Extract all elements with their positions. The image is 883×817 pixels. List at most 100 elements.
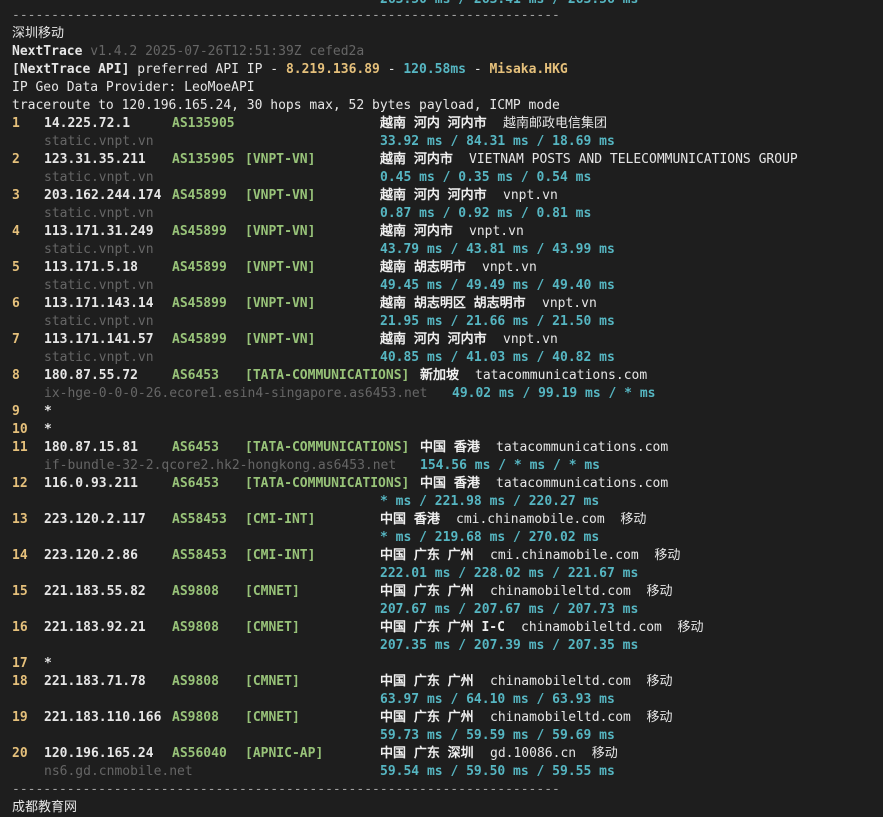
hop-geo: 中国 广东 深圳 (380, 746, 474, 761)
hop-geo: 中国 香港 (420, 440, 480, 455)
hop-geo: 越南 河内市 (380, 224, 453, 239)
hop-org: vnpt.vn (469, 224, 524, 239)
hop-asn: AS56040 (172, 746, 227, 761)
hop-as-tag: [APNIC-AP] (245, 746, 324, 761)
hop-ip: 113.171.143.14 (44, 296, 154, 311)
hop-geo: 越南 河内 河内市 (380, 188, 487, 203)
hop-ip: 223.120.2.117 (44, 512, 146, 527)
hop-geo: 越南 胡志明区 胡志明市 (380, 296, 526, 311)
hop-asn: AS135905 (172, 116, 235, 131)
section-title: 深圳移动 (12, 26, 65, 41)
hop-geo: 越南 河内 河内市 (380, 332, 487, 347)
hop-as-tag: [TATA-COMMUNICATIONS] (245, 440, 410, 455)
hop-ip: 113.171.31.249 (44, 224, 154, 239)
hop-rtt: 49.45 ms / 49.49 ms / 49.40 ms (380, 278, 615, 293)
hop-number: 18 (12, 674, 28, 689)
hop-org: cmi.chinamobile.com 移动 (456, 512, 647, 527)
hop-org: tatacommunications.com (475, 368, 648, 383)
hop-asn: AS45899 (172, 224, 227, 239)
hop-number: 17 (12, 656, 28, 671)
hop-rtt: 59.73 ms / 59.59 ms / 59.69 ms (380, 728, 615, 743)
hop-asn: AS6453 (172, 440, 219, 455)
hop-ip: 116.0.93.211 (44, 476, 138, 491)
hop-number: 12 (12, 476, 28, 491)
hop-as-tag: [VNPT-VN] (245, 260, 316, 275)
hop-rtt: 33.92 ms / 84.31 ms / 18.69 ms (380, 134, 615, 149)
hop-geo: 中国 香港 (380, 512, 440, 527)
hop-number: 1 (12, 116, 20, 131)
hop-org: chinamobileltd.com 移动 (490, 674, 673, 689)
hop-rtt: 222.01 ms / 228.02 ms / 221.67 ms (380, 566, 639, 581)
hop-number: 13 (12, 512, 28, 527)
hop-geo: 越南 河内 河内市 (380, 116, 487, 131)
hop-rtt: 49.02 ms / 99.19 ms / * ms (452, 386, 656, 401)
hop-number: 6 (12, 296, 20, 311)
hop-rdns: static.vnpt.vn (44, 242, 154, 257)
hop-rtt: 0.87 ms / 0.92 ms / 0.81 ms (380, 206, 592, 221)
hop-org: vnpt.vn (503, 332, 558, 347)
next-section-title: 成都教育网 (12, 800, 78, 815)
hop-rtt: 154.56 ms / * ms / * ms (420, 458, 601, 473)
geo-provider-line: IP Geo Data Provider: LeoMoeAPI (12, 80, 255, 95)
hop-rdns: static.vnpt.vn (44, 314, 154, 329)
hop-ip: 120.196.165.24 (44, 746, 154, 761)
hop-org: vnpt.vn (542, 296, 597, 311)
hop-geo: 越南 河内市 (380, 152, 453, 167)
version-line: NextTrace v1.4.2 2025-07-26T12:51:39Z ce… (12, 43, 364, 61)
api-ip: 8.219.136.89 (285, 62, 380, 77)
hop-rtt: 43.79 ms / 43.81 ms / 43.99 ms (380, 242, 615, 257)
hop-number: 2 (12, 152, 20, 167)
hop-geo: 中国 香港 (420, 476, 480, 491)
hop-org: VIETNAM POSTS AND TELECOMMUNICATIONS GRO… (469, 152, 798, 167)
hop-as-tag: [VNPT-VN] (245, 152, 316, 167)
hop-rdns: static.vnpt.vn (44, 170, 154, 185)
hop-as-tag: [VNPT-VN] (245, 188, 316, 203)
hop-org: chinamobileltd.com 移动 (490, 584, 673, 599)
hop-rtt: * ms / 219.68 ms / 270.02 ms (380, 530, 600, 545)
hop-org: 越南邮政电信集团 (503, 116, 608, 131)
hop-number: 9 (12, 404, 20, 419)
hop-ip: 180.87.15.81 (44, 440, 138, 455)
hop-timeout: * (44, 422, 52, 437)
hop-org: tatacommunications.com (496, 476, 669, 491)
hop-as-tag: [CMNET] (245, 620, 300, 635)
hop-asn: AS45899 (172, 260, 227, 275)
hop-ip: 221.183.92.21 (44, 620, 146, 635)
hop-geo: 中国 广东 广州 (380, 674, 474, 689)
hop-number: 10 (12, 422, 28, 437)
hop-rtt: 59.54 ms / 59.50 ms / 59.55 ms (380, 764, 615, 779)
hop-number: 8 (12, 368, 20, 383)
separator-top: ----------------------------------------… (12, 8, 560, 23)
hop-rdns: ix-hge-0-0-0-26.ecore1.esin4-singapore.a… (44, 386, 428, 401)
hop-asn: AS45899 (172, 296, 227, 311)
hop-ip: 180.87.55.72 (44, 368, 138, 383)
hop-asn: AS45899 (172, 332, 227, 347)
hop-ip: 221.183.55.82 (44, 584, 146, 599)
hop-as-tag: [CMI-INT] (245, 512, 316, 527)
hop-as-tag: [CMI-INT] (245, 548, 316, 563)
hop-asn: AS45899 (172, 188, 227, 203)
hop-org: vnpt.vn (482, 260, 537, 275)
hop-ip: 113.171.5.18 (44, 260, 138, 275)
hop-asn: AS9808 (172, 674, 219, 689)
hop-as-tag: [VNPT-VN] (245, 224, 316, 239)
hop-org: gd.10086.cn 移动 (490, 746, 618, 761)
hop-org: chinamobileltd.com 移动 (521, 620, 704, 635)
hop-rdns: static.vnpt.vn (44, 278, 154, 293)
hop-number: 15 (12, 584, 28, 599)
hop-rdns: if-bundle-32-2.qcore2.hk2-hongkong.as645… (44, 458, 397, 473)
hop-org: tatacommunications.com (496, 440, 669, 455)
hop-rtt: * ms / 221.98 ms / 220.27 ms (380, 494, 600, 509)
api-server: Misaka.HKG (489, 62, 568, 77)
hop-as-tag: [TATA-COMMUNICATIONS] (245, 368, 410, 383)
hop-org: cmi.chinamobile.com 移动 (490, 548, 681, 563)
hop-rdns: static.vnpt.vn (44, 134, 154, 149)
hop-asn: AS9808 (172, 620, 219, 635)
hop-ip: 223.120.2.86 (44, 548, 138, 563)
hop-asn: AS6453 (172, 368, 219, 383)
hop-timeout: * (44, 404, 52, 419)
hop-geo: 中国 广东 广州 (380, 710, 474, 725)
tool-name: NextTrace (12, 44, 83, 59)
hop-org: chinamobileltd.com 移动 (490, 710, 673, 725)
hop-rdns: static.vnpt.vn (44, 350, 154, 365)
